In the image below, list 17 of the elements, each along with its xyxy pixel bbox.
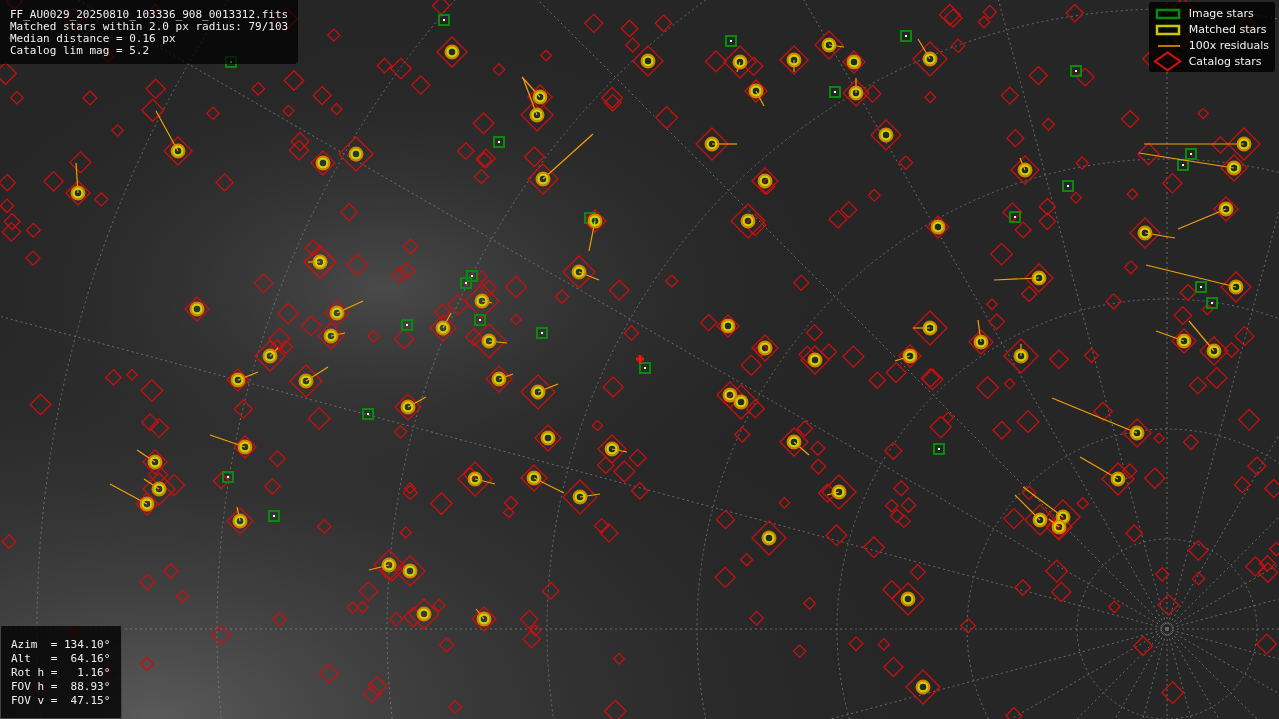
rectangle-swatch-icon bbox=[1154, 6, 1183, 21]
pointing-text: Azim = 134.10° bbox=[11, 638, 111, 652]
pointing-text: FOV v = 47.15° bbox=[11, 694, 111, 708]
rectangle-swatch-icon bbox=[1154, 22, 1183, 37]
info-text: Catalog lim mag = 5.2 bbox=[10, 45, 151, 57]
line-swatch-icon bbox=[1157, 44, 1180, 47]
legend-label: Image stars bbox=[1188, 7, 1254, 20]
pointing-text: FOV h = 88.93° bbox=[11, 680, 111, 694]
info-text: Matched stars within 2.0 px radius: 79/103 bbox=[10, 21, 289, 33]
legend-label: Catalog stars bbox=[1188, 55, 1262, 68]
info-text: FF_AU0029_20250810_103336_908_0013312.fits bbox=[10, 9, 289, 21]
pointing-text: Alt = 64.16° bbox=[11, 652, 111, 666]
legend-label: 100x residuals bbox=[1188, 39, 1269, 52]
diamond-swatch-icon bbox=[1154, 54, 1183, 69]
legend-label: Matched stars bbox=[1188, 23, 1267, 36]
pointing-text: Rot h = 1.16° bbox=[11, 666, 111, 680]
info-text: Median distance = 0.16 px bbox=[10, 33, 177, 45]
